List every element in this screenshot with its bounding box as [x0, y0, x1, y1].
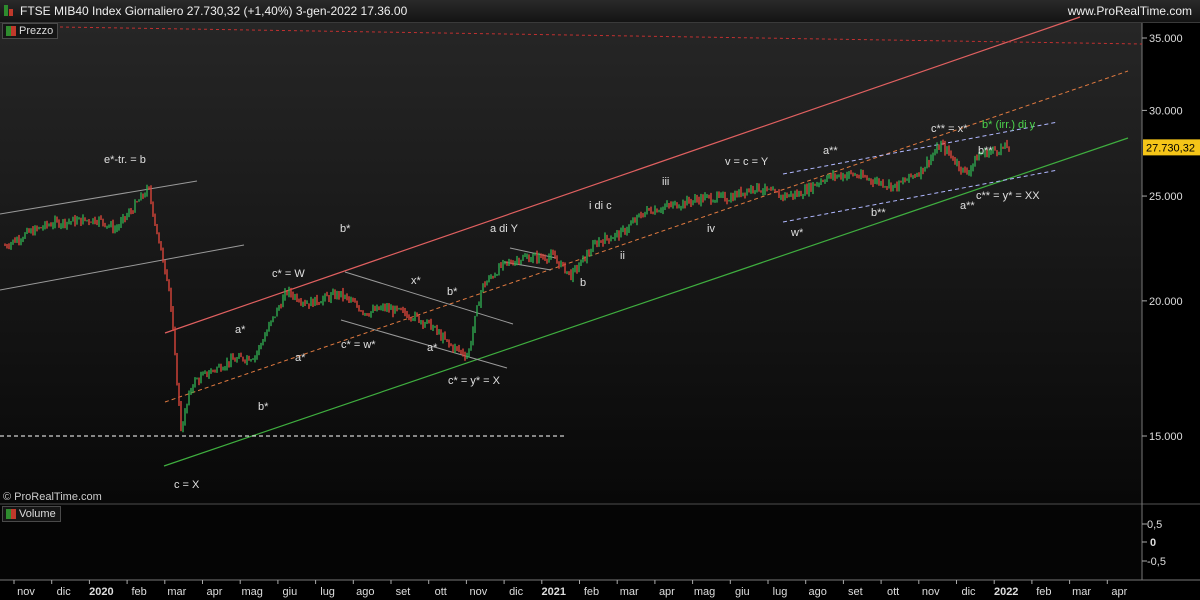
- wave-annotation: iii: [662, 176, 669, 188]
- volume-pane-icon: [6, 509, 16, 519]
- x-tick-label: feb: [584, 586, 599, 598]
- wave-annotation: iv: [707, 223, 715, 235]
- wave-annotation: b*: [258, 401, 269, 413]
- wave-annotation: ii: [620, 250, 625, 262]
- x-tick-label: lug: [320, 586, 335, 598]
- x-tick-label: nov: [17, 586, 35, 598]
- price-pane-icon: [6, 26, 16, 36]
- x-tick-label: ott: [435, 586, 447, 598]
- x-tick-label: mar: [167, 586, 186, 598]
- wave-annotation: b**: [978, 145, 993, 157]
- volume-pane-bg: [0, 505, 1142, 580]
- x-tick-label: mar: [1072, 586, 1091, 598]
- x-tick-label: mar: [620, 586, 639, 598]
- price-chart[interactable]: 35.000 30.000 25.000 20.000 15.000 27.730,32 e…: [0, 0, 1200, 600]
- wave-annotation: a*: [235, 324, 246, 336]
- x-tick-label: dic: [57, 586, 72, 598]
- x-tick-label: 2022: [994, 586, 1018, 598]
- y-tick-label: 25.000: [1149, 191, 1183, 203]
- x-tick-label: 2020: [89, 586, 113, 598]
- y-tick-label: 30.000: [1149, 105, 1183, 117]
- copyright: © ProRealTime.com: [3, 491, 102, 503]
- wave-annotation: a*: [295, 352, 306, 364]
- volume-tick-label: 0,5: [1147, 519, 1162, 531]
- volume-pane-label[interactable]: Volume: [2, 506, 61, 522]
- x-tick-label: giu: [283, 586, 298, 598]
- wave-annotation: b*: [340, 223, 351, 235]
- price-pane-label[interactable]: Prezzo: [2, 23, 59, 39]
- volume-pane-text: Volume: [19, 508, 56, 520]
- x-tick-label: ago: [356, 586, 374, 598]
- x-tick-label: dic: [961, 586, 976, 598]
- price-pane-bg: [0, 23, 1142, 503]
- y-tick-label: 20.000: [1149, 296, 1183, 308]
- wave-annotation: b* (irr.) di y: [982, 119, 1036, 131]
- x-tick-label: nov: [470, 586, 488, 598]
- x-tick-label: set: [396, 586, 411, 598]
- x-tick-label: dic: [509, 586, 524, 598]
- x-tick-label: ago: [809, 586, 827, 598]
- wave-annotation: a*: [427, 342, 438, 354]
- wave-annotation: c* = y* = X: [448, 375, 501, 387]
- wave-annotation: e*-tr. = b: [104, 154, 146, 166]
- volume-tick-label: -0,5: [1147, 556, 1166, 568]
- wave-annotation: c** = y* = XX: [976, 190, 1040, 202]
- wave-annotation: c = X: [174, 479, 200, 491]
- x-tick-label: ott: [887, 586, 899, 598]
- wave-annotation: a di Y: [490, 223, 519, 235]
- wave-annotation: a**: [823, 145, 838, 157]
- wave-annotation: b*: [447, 286, 458, 298]
- wave-annotation: b**: [871, 207, 886, 219]
- wave-annotation: v = c = Y: [725, 156, 769, 168]
- x-tick-label: set: [848, 586, 863, 598]
- x-tick-label: lug: [773, 586, 788, 598]
- wave-annotation: a**: [960, 200, 975, 212]
- x-tick-label: giu: [735, 586, 750, 598]
- price-pane-text: Prezzo: [19, 25, 54, 37]
- y-tick-label: 15.000: [1149, 431, 1183, 443]
- x-tick-label: apr: [659, 586, 675, 598]
- wave-annotation: b: [580, 277, 586, 289]
- last-price-label: 27.730,32: [1146, 142, 1195, 154]
- wave-annotation: c* = W: [272, 268, 305, 280]
- x-tick-label: apr: [207, 586, 223, 598]
- wave-annotation: c** = x*: [931, 123, 968, 135]
- volume-tick-label: 0: [1150, 537, 1156, 549]
- x-tick-label: 2021: [542, 586, 566, 598]
- x-tick-label: mag: [694, 586, 715, 598]
- wave-annotation: i di c: [589, 200, 612, 212]
- wave-annotation: w*: [790, 227, 804, 239]
- x-tick-label: mag: [241, 586, 262, 598]
- x-tick-label: apr: [1111, 586, 1127, 598]
- y-tick-label: 35.000: [1149, 33, 1183, 45]
- x-tick-label: feb: [1036, 586, 1051, 598]
- x-tick-label: feb: [131, 586, 146, 598]
- wave-annotation: x*: [411, 275, 422, 287]
- x-tick-label: nov: [922, 586, 940, 598]
- wave-annotation: c* = w*: [341, 339, 376, 351]
